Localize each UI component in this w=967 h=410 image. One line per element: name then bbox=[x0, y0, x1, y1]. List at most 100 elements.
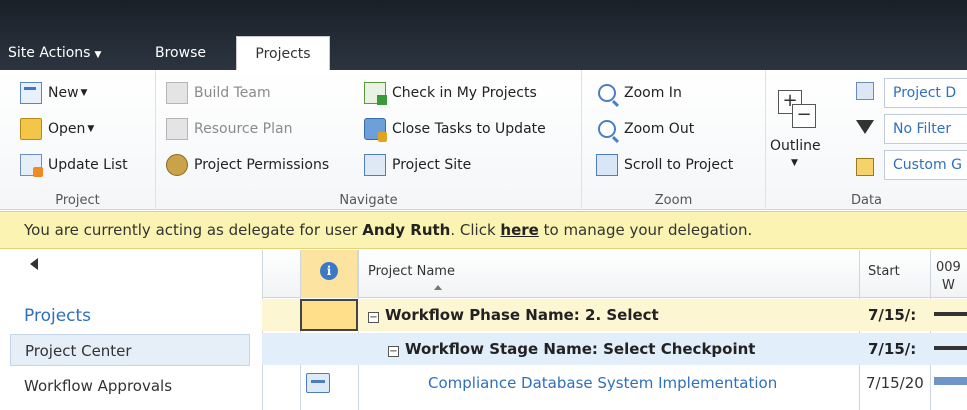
check-in-label: Check in My Projects bbox=[392, 85, 537, 101]
delegation-prefix: You are currently acting as delegate for… bbox=[24, 221, 363, 239]
gantt-bar bbox=[934, 346, 967, 350]
site-actions-label: Site Actions bbox=[8, 45, 91, 61]
zoom-out-icon bbox=[598, 120, 616, 138]
new-project-icon bbox=[20, 82, 42, 104]
project-site-button[interactable]: Project Site bbox=[364, 150, 471, 180]
close-tasks-label: Close Tasks to Update bbox=[392, 121, 546, 137]
zoom-out-button[interactable]: Zoom Out bbox=[596, 114, 694, 144]
phase-row-label: Workflow Phase Name: 2. Select bbox=[385, 306, 659, 324]
outline-button[interactable]: + − Outline ▼ bbox=[766, 70, 838, 182]
ribbon-group-zoom: Zoom In Zoom Out Scroll to Project Zoom bbox=[582, 70, 766, 210]
project-grid: i Project Name Start 009 W − Workflow Pha… bbox=[262, 250, 967, 410]
left-navigation: Projects Project Center Workflow Approva… bbox=[0, 250, 262, 410]
collapse-icon[interactable]: − bbox=[368, 312, 379, 323]
build-team-label: Build Team bbox=[194, 85, 271, 101]
check-in-icon bbox=[364, 82, 387, 105]
scroll-to-project-icon bbox=[596, 154, 618, 176]
table-row-stage[interactable]: − Workflow Stage Name: Select Checkpoint … bbox=[262, 333, 967, 365]
stage-row-label: Workflow Stage Name: Select Checkpoint bbox=[405, 340, 756, 358]
delegation-middle: . Click bbox=[450, 221, 501, 239]
timescale-year: 009 bbox=[936, 260, 961, 275]
ribbon-group-data: + − Outline ▼ Project D No Filter Custom… bbox=[766, 70, 967, 210]
update-list-icon bbox=[20, 154, 43, 177]
permissions-icon bbox=[166, 154, 188, 176]
info-column-header[interactable]: i bbox=[300, 250, 358, 298]
start-column-header[interactable]: Start bbox=[868, 264, 900, 284]
data-selectors: Project D No Filter Custom G bbox=[846, 70, 967, 182]
open-button[interactable]: Open ▼ bbox=[20, 114, 94, 144]
back-arrow-icon[interactable] bbox=[30, 258, 38, 270]
project-name-column-header[interactable]: Project Name bbox=[368, 264, 455, 284]
row-indicator-selected[interactable] bbox=[300, 299, 358, 331]
phase-row-name: − Workflow Phase Name: 2. Select bbox=[368, 299, 659, 331]
project-site-icon bbox=[364, 154, 386, 176]
ribbon: New ▼ Open ▼ Update List Project Build Tea… bbox=[0, 70, 967, 210]
gantt-bar bbox=[934, 377, 967, 385]
top-bar: Site Actions ▼ Browse Projects bbox=[0, 0, 967, 70]
nav-title-projects[interactable]: Projects bbox=[24, 306, 91, 326]
table-row-phase[interactable]: − Workflow Phase Name: 2. Select 7/15/: bbox=[262, 299, 967, 331]
tab-projects[interactable]: Projects bbox=[236, 36, 330, 70]
site-actions-menu[interactable]: Site Actions ▼ bbox=[8, 36, 101, 70]
group-by-select[interactable]: Custom G bbox=[884, 150, 967, 180]
chevron-down-icon: ▼ bbox=[80, 88, 88, 98]
filter-icon bbox=[856, 120, 874, 134]
manage-delegation-link[interactable]: here bbox=[500, 221, 538, 239]
grid-header: i Project Name Start 009 W bbox=[262, 250, 967, 298]
outline-icon: + − bbox=[778, 90, 816, 128]
outline-label: Outline bbox=[770, 138, 821, 154]
new-label: New bbox=[48, 85, 79, 101]
build-team-icon bbox=[166, 82, 188, 104]
sort-ascending-icon bbox=[434, 285, 442, 290]
scroll-to-project-button[interactable]: Scroll to Project bbox=[596, 150, 733, 180]
nav-item-project-center[interactable]: Project Center bbox=[10, 334, 250, 366]
view-select[interactable]: Project D bbox=[884, 78, 967, 108]
delegation-suffix: to manage your delegation. bbox=[538, 221, 753, 239]
project-permissions-button[interactable]: Project Permissions bbox=[166, 150, 329, 180]
zoom-in-button[interactable]: Zoom In bbox=[596, 78, 682, 108]
delegation-user: Andy Ruth bbox=[362, 221, 451, 239]
group-label-project: Project bbox=[55, 193, 100, 208]
build-team-button[interactable]: Build Team bbox=[166, 78, 271, 108]
filter-select[interactable]: No Filter bbox=[884, 114, 967, 144]
group-by-icon bbox=[856, 158, 874, 176]
info-icon: i bbox=[320, 262, 338, 280]
collapse-icon[interactable]: − bbox=[388, 346, 399, 357]
open-label: Open bbox=[48, 121, 86, 137]
resource-plan-icon bbox=[166, 118, 188, 140]
project-row-start: 7/15/20 bbox=[866, 374, 924, 392]
nav-item-workflow-approvals[interactable]: Workflow Approvals bbox=[10, 370, 250, 402]
project-link[interactable]: Compliance Database System Implementatio… bbox=[428, 367, 777, 399]
group-label-navigate: Navigate bbox=[339, 193, 398, 208]
check-in-button[interactable]: Check in My Projects bbox=[364, 78, 537, 108]
delegation-banner: You are currently acting as delegate for… bbox=[0, 211, 967, 249]
scroll-to-project-label: Scroll to Project bbox=[624, 157, 734, 173]
tab-browse[interactable]: Browse bbox=[155, 36, 206, 70]
view-icon bbox=[856, 82, 874, 100]
stage-row-name: − Workflow Stage Name: Select Checkpoint bbox=[388, 333, 755, 365]
gantt-bar bbox=[934, 312, 967, 316]
close-tasks-icon bbox=[364, 118, 387, 142]
resource-plan-label: Resource Plan bbox=[194, 121, 293, 137]
chevron-down-icon: ▼ bbox=[791, 158, 798, 168]
resource-plan-button[interactable]: Resource Plan bbox=[166, 114, 292, 144]
ribbon-group-navigate: Build Team Resource Plan Project Permiss… bbox=[156, 70, 582, 210]
group-label-data: Data bbox=[850, 193, 883, 208]
group-label-zoom: Zoom bbox=[654, 193, 693, 208]
zoom-out-label: Zoom Out bbox=[624, 121, 695, 137]
project-type-icon bbox=[306, 373, 330, 393]
zoom-in-icon bbox=[598, 84, 616, 102]
phase-row-start: 7/15/: bbox=[868, 306, 917, 324]
folder-open-icon bbox=[20, 118, 42, 140]
zoom-in-label: Zoom In bbox=[624, 85, 682, 101]
table-row-project[interactable]: Compliance Database System Implementatio… bbox=[262, 367, 967, 399]
stage-row-start: 7/15/: bbox=[868, 340, 917, 358]
ribbon-group-project: New ▼ Open ▼ Update List Project bbox=[0, 70, 156, 210]
update-list-button[interactable]: Update List bbox=[20, 150, 128, 180]
new-button[interactable]: New ▼ bbox=[20, 78, 87, 108]
chevron-down-icon: ▼ bbox=[94, 50, 102, 60]
close-tasks-button[interactable]: Close Tasks to Update bbox=[364, 114, 546, 144]
project-permissions-label: Project Permissions bbox=[194, 157, 330, 173]
project-site-label: Project Site bbox=[392, 157, 472, 173]
chevron-down-icon: ▼ bbox=[87, 124, 95, 134]
